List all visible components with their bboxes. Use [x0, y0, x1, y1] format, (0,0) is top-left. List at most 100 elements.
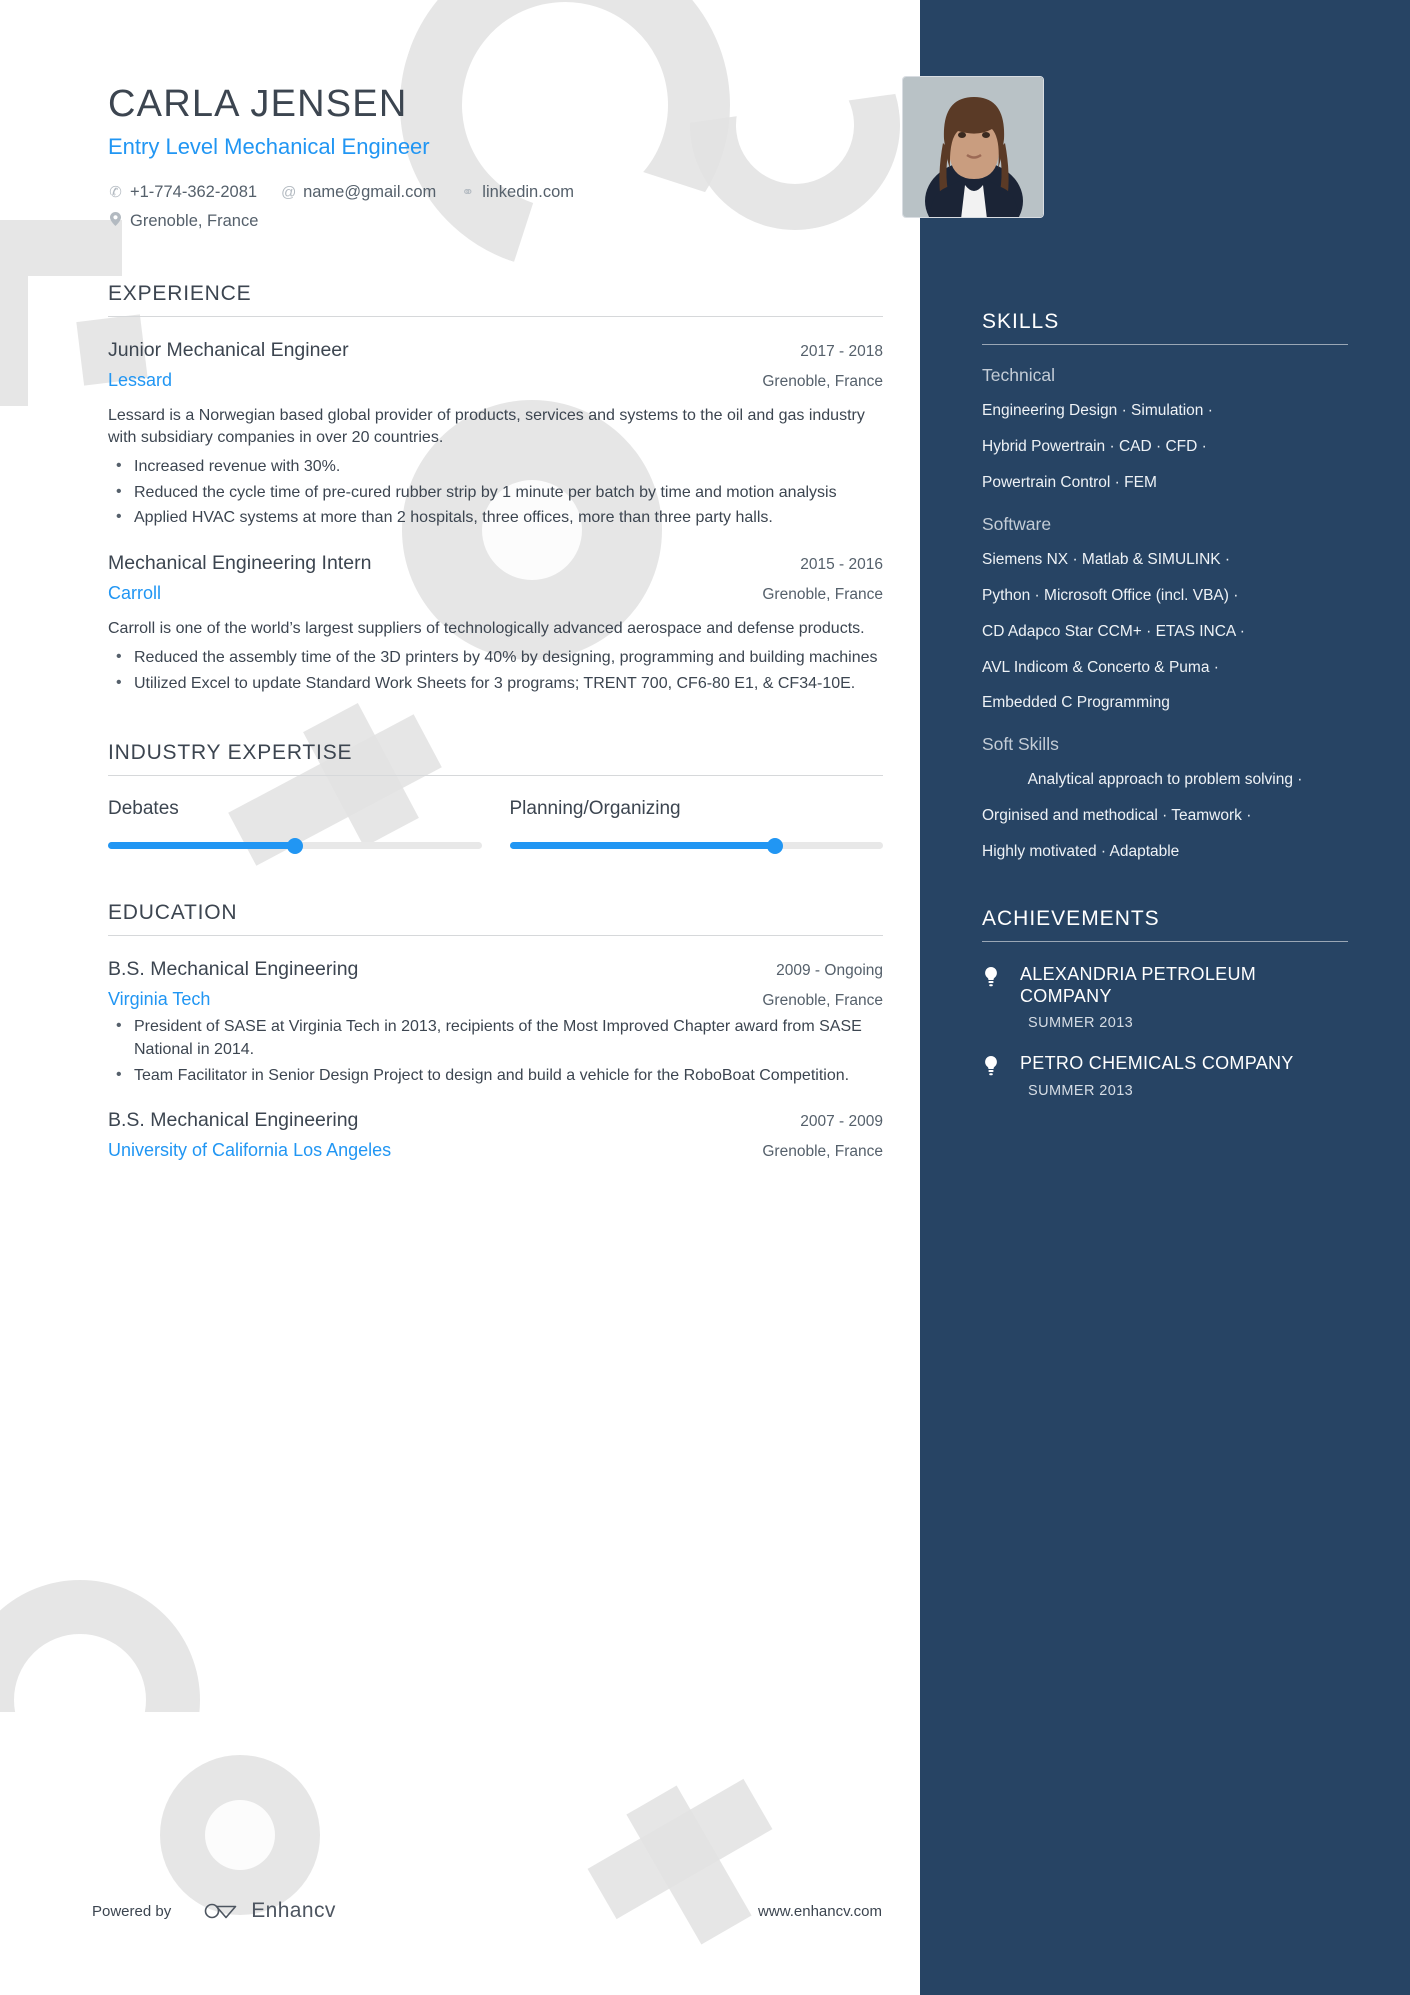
phone-icon: ✆ [109, 183, 122, 201]
page-title: CARLA JENSEN [108, 83, 408, 125]
powered-by-label: Powered by [92, 1902, 172, 1920]
achievement-date: SUMMER 2013 [1028, 1015, 1134, 1032]
list-item: President of SASE at Virginia Tech in 20… [108, 1015, 883, 1061]
experience-section: EXPERIENCE Junior Mechanical Engineer 201… [108, 282, 883, 696]
achievements-title: ACHIEVEMENTS [982, 907, 1160, 931]
slider-track[interactable] [108, 837, 482, 854]
entry-location: Grenoble, France [762, 992, 883, 1010]
entry-title: Junior Mechanical Engineer [108, 338, 349, 361]
contact-row: ✆ +1-774-362-2081 @ name@gmail.com ⚭ linkedin… [108, 178, 812, 207]
portrait-photo-icon [903, 77, 1043, 217]
slider-fill [108, 842, 295, 850]
main-column: CARLA JENSEN Entry Level Mechanical Engi… [0, 0, 920, 1995]
location-pin-icon [108, 209, 123, 235]
entry-location: Grenoble, France [762, 586, 883, 604]
contact-block: ✆ +1-774-362-2081 @ name@gmail.com ⚭ linkedin… [108, 178, 812, 236]
list-item: Reduced the assembly time of the 3D prin… [108, 646, 883, 670]
skills-group: Software Siemens NX · Matlab & SIMULINK ·… [982, 514, 1348, 715]
experience-entry: Mechanical Engineering Intern 2015 - 2016… [108, 552, 883, 695]
experience-title: EXPERIENCE [108, 281, 252, 305]
education-entry: B.S. Mechanical Engineering 2009 - Ongoin… [108, 958, 883, 1087]
slider-label: Debates [108, 798, 179, 820]
skills-group: Soft Skills Analytical approach to proble… [982, 734, 1348, 863]
skills-line: Hybrid Powertrain · CAD · CFD · [982, 437, 1207, 455]
list-item: Utilized Excel to update Standard Work S… [108, 672, 883, 696]
expertise-slider[interactable]: Planning/Organizing [509, 798, 883, 854]
list-item: Reduced the cycle time of pre-cured rubb… [108, 481, 883, 505]
experience-entry: Junior Mechanical Engineer 2017 - 2018 Les… [108, 339, 883, 531]
lightbulb-icon [982, 1053, 1004, 1099]
link-icon: ⚭ [461, 183, 475, 201]
contact-item[interactable]: @ name@gmail.com [281, 178, 436, 207]
divider [982, 941, 1348, 943]
skills-line: Orginised and methodical · Teamwork · [982, 807, 1252, 825]
list-item: Increased revenue with 30%. [108, 455, 883, 479]
expertise-sliders: Debates Planning/Organizing [108, 798, 883, 854]
list-item: Team Facilitator in Senior Design Projec… [108, 1064, 883, 1088]
achievement-name: ALEXANDRIA PETROLEUM COMPANY [1020, 964, 1257, 1006]
headline: Entry Level Mechanical Engineer [108, 133, 430, 159]
slider-fill [509, 842, 775, 850]
skills-group-name: Software [982, 513, 1052, 534]
slider-thumb[interactable] [286, 837, 303, 854]
entry-title: B.S. Mechanical Engineering [108, 958, 359, 981]
entry-date: 2017 - 2018 [800, 342, 883, 360]
skills-line: Powertrain Control · FEM [982, 473, 1157, 491]
achievement-item: PETRO CHEMICALS COMPANY SUMMER 2013 [982, 1053, 1348, 1099]
achievement-date: SUMMER 2013 [1028, 1082, 1134, 1099]
skills-section: SKILLS Technical Engineering Design · Sim… [982, 310, 1348, 863]
skills-line: Siemens NX · Matlab & SIMULINK · [982, 550, 1231, 568]
entry-title: B.S. Mechanical Engineering [108, 1109, 359, 1132]
education-list: B.S. Mechanical Engineering 2009 - Ongoin… [108, 958, 883, 1161]
skills-line: Embedded C Programming [982, 694, 1170, 712]
expertise-slider[interactable]: Debates [108, 798, 482, 854]
industry-expertise-section: INDUSTRY EXPERTISE Debates Planning/Organ… [108, 741, 883, 854]
skills-line: AVL Indicom & Concerto & Puma · [982, 658, 1219, 676]
contact-location: Grenoble, France [108, 207, 258, 236]
skills-line: CD Adapco Star CCM+ · ETAS INCA · [982, 622, 1245, 640]
slider-track[interactable] [509, 837, 883, 854]
contact-text: name@gmail.com [303, 182, 437, 201]
achievement-name: PETRO CHEMICALS COMPANY [1020, 1053, 1294, 1074]
contact-item[interactable]: ✆ +1-774-362-2081 [108, 178, 257, 207]
entry-organization[interactable]: Virginia Tech [108, 989, 210, 1010]
skills-line: Highly motivated · Adaptable [982, 843, 1180, 861]
divider [108, 315, 883, 317]
entry-date: 2007 - 2009 [800, 1113, 883, 1131]
entry-organization[interactable]: University of California Los Angeles [108, 1140, 391, 1161]
footer: Powered by Enhancv www.enhancv.com [92, 1899, 882, 1923]
divider [108, 775, 883, 777]
skills-group: Technical Engineering Design · Simulation… [982, 365, 1348, 494]
entry-organization[interactable]: Carroll [108, 583, 161, 604]
contact-item[interactable]: ⚭ linkedin.com [460, 178, 574, 207]
lightbulb-icon [982, 964, 1004, 1031]
contact-text: +1-774-362-2081 [130, 182, 258, 201]
sidebar: SKILLS Technical Engineering Design · Sim… [920, 0, 1410, 1995]
education-entry: B.S. Mechanical Engineering 2007 - 2009 Un… [108, 1109, 883, 1161]
avatar [902, 76, 1044, 218]
entry-location: Grenoble, France [762, 372, 883, 390]
entry-date: 2009 - Ongoing [776, 962, 883, 980]
enhancv-logo-icon [204, 1903, 237, 1919]
experience-list: Junior Mechanical Engineer 2017 - 2018 Les… [108, 339, 883, 696]
resume-page: SKILLS Technical Engineering Design · Sim… [0, 0, 1410, 1995]
slider-thumb[interactable] [766, 837, 783, 854]
skills-line: Analytical approach to problem solving · [1027, 771, 1303, 789]
education-section: EDUCATION B.S. Mechanical Engineering 200… [108, 901, 883, 1161]
brand-name: Enhancv [251, 1899, 336, 1922]
skills-line: Python · Microsoft Office (incl. VBA) · [982, 586, 1239, 604]
entry-bullets: President of SASE at Virginia Tech in 20… [108, 1015, 883, 1088]
entry-date: 2015 - 2016 [800, 556, 883, 574]
industry-expertise-title: INDUSTRY EXPERTISE [108, 741, 353, 765]
slider-label: Planning/Organizing [509, 798, 681, 820]
entry-summary: Carroll is one of the world’s largest su… [108, 620, 865, 638]
entry-title: Mechanical Engineering Intern [108, 552, 372, 575]
contact-text: linkedin.com [482, 182, 574, 201]
divider [982, 344, 1348, 345]
entry-organization[interactable]: Lessard [108, 370, 172, 391]
entry-summary: Lessard is a Norwegian based global prov… [108, 406, 865, 447]
achievements-section: ACHIEVEMENTS ALEXANDRIA PETROLEUM COMPAN… [982, 907, 1348, 1099]
location-row: Grenoble, France [108, 207, 812, 236]
entry-location: Grenoble, France [762, 1143, 883, 1161]
skills-groups: Technical Engineering Design · Simulation… [982, 365, 1348, 863]
